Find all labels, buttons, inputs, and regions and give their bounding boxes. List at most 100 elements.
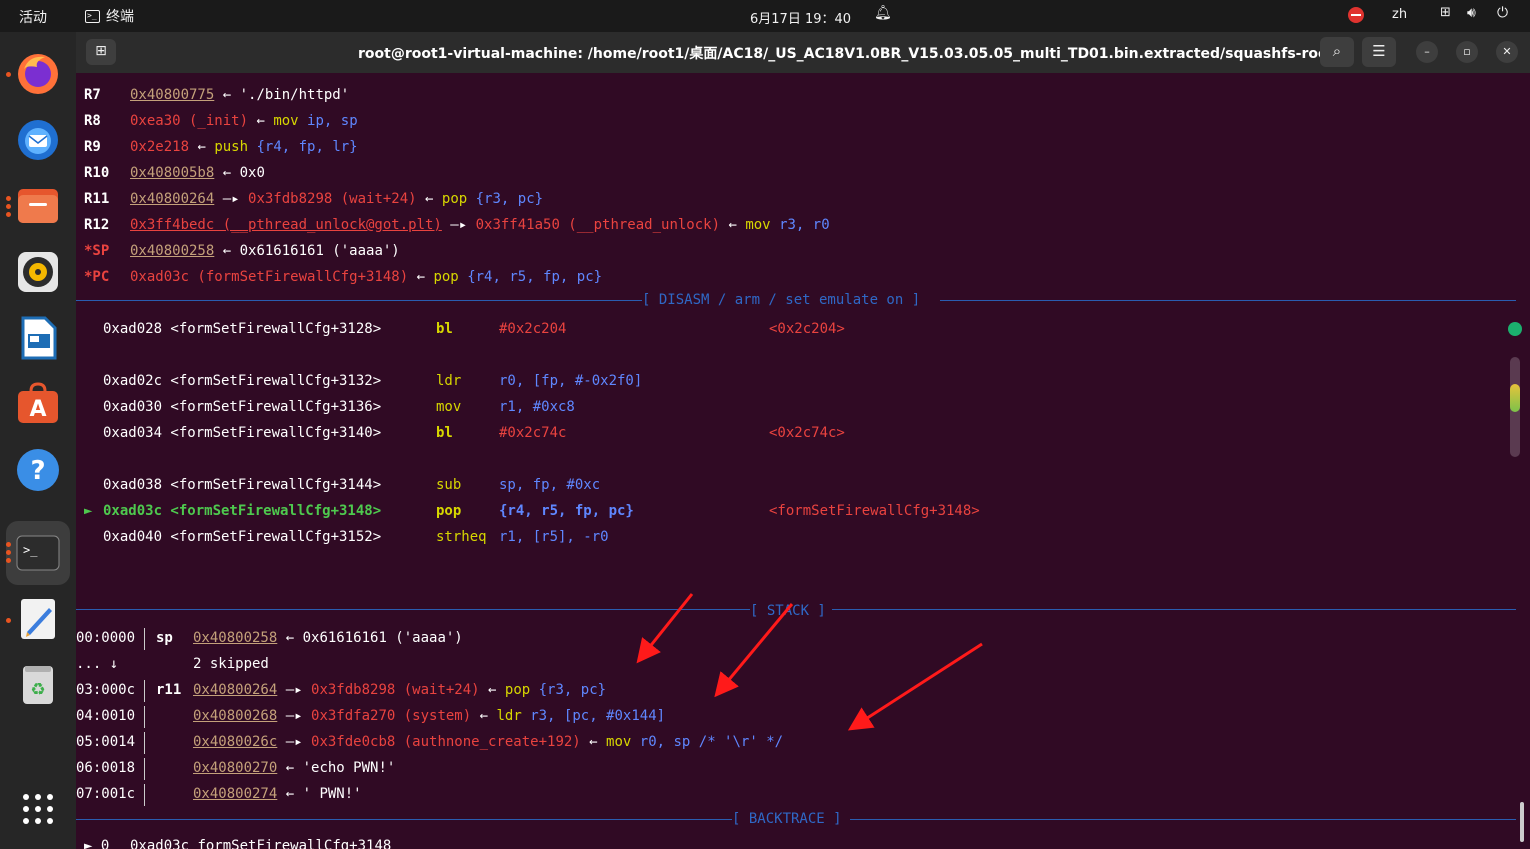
pointer-arrow: ←	[248, 113, 274, 129]
backtrace-row: ► 0 0xad03c formSetFirewallCfg+3148	[84, 833, 391, 849]
do-not-disturb-icon[interactable]	[1348, 7, 1364, 23]
terminal-scrollbar[interactable]	[1520, 802, 1524, 842]
clock[interactable]: 6月17日 19：40	[750, 8, 851, 27]
stack-address: 0x40800270	[193, 760, 278, 776]
writer-icon[interactable]	[14, 314, 62, 362]
pointer-arrow: ←	[277, 630, 303, 646]
disasm-line-current: ► 0xad03c <formSetFirewallCfg+3148> pop {r…	[84, 498, 980, 524]
register-name: R11	[84, 191, 110, 207]
separator-line	[76, 300, 642, 301]
separator-line	[850, 819, 1516, 820]
instruction-args: r1, #0xc8	[499, 399, 575, 415]
disasm-address: 0xad030 <formSetFirewallCfg+3136>	[103, 399, 382, 415]
backtrace-header: [ BACKTRACE ]	[732, 810, 842, 828]
search-button[interactable]: ⌕	[1320, 37, 1354, 67]
disasm-address: 0xad02c <formSetFirewallCfg+3132>	[103, 373, 382, 389]
register-name: R9	[84, 139, 101, 155]
running-indicator	[6, 212, 11, 217]
stack-row: ... ↓ 2 skipped	[76, 651, 269, 677]
network-icon[interactable]: ⊞	[1440, 5, 1451, 20]
stack-address: 0x40800274	[193, 786, 278, 802]
backtrace-function: formSetFirewallCfg+3148	[197, 838, 392, 849]
instruction-args: {r4, r5, fp, pc}	[467, 269, 603, 285]
stack-column-divider	[144, 680, 145, 702]
disasm-line: 0xad028 <formSetFirewallCfg+3128> bl #0x2c…	[84, 316, 845, 342]
register-line: R12 0x3ff4bedc (__pthread_unlock@got.plt)…	[84, 212, 830, 238]
firefox-icon[interactable]	[14, 50, 62, 98]
menu-button[interactable]: ☰	[1362, 37, 1396, 67]
instruction-args: r0, sp /* '\r' */	[639, 734, 784, 750]
stack-header: [ STACK ]	[750, 602, 826, 620]
stack-row: 04:0010 0x40800268 —▸ 0x3fdfa270 (system)…	[76, 703, 665, 729]
new-tab-button[interactable]: ⊞	[86, 39, 116, 65]
close-button[interactable]: ✕	[1496, 41, 1518, 63]
trash-icon[interactable]: ♻	[14, 661, 62, 709]
terminal-icon[interactable]: >_	[14, 529, 62, 577]
running-indicator	[6, 550, 11, 555]
instruction-args: {r3, pc}	[538, 682, 607, 698]
stack-column-divider	[144, 628, 145, 650]
separator-line	[832, 609, 1516, 610]
window-title: root@root1-virtual-machine: /home/root1/…	[358, 46, 1335, 62]
current-instruction-marker	[84, 316, 103, 342]
pointer-arrow: —▸	[441, 217, 476, 233]
activities-button[interactable]: 活动	[19, 7, 47, 27]
instruction-args: {r4, r5, fp, pc}	[499, 503, 634, 519]
scroll-thumb[interactable]	[1510, 384, 1520, 412]
software-center-icon[interactable]: A	[14, 380, 62, 428]
stack-row: 06:0018 0x40800270 ← 'echo PWN!'	[76, 755, 395, 781]
pointer-arrow: ←	[720, 217, 746, 233]
instruction-op: sub	[436, 477, 462, 493]
register-line: *PC 0xad03c (formSetFirewallCfg+3148) ← p…	[84, 264, 602, 290]
disasm-address: 0xad028 <formSetFirewallCfg+3128>	[103, 321, 382, 337]
svg-text:?: ?	[30, 456, 45, 486]
register-line: R8 0xea30 (_init) ← mov ip, sp	[84, 108, 358, 134]
instruction-args: r0, [fp, #-0x2f0]	[499, 373, 643, 389]
instruction-args: r3, r0	[779, 217, 830, 233]
pointer-arrow: ←	[214, 87, 240, 103]
terminal-app-icon: >_	[85, 9, 100, 23]
title-bar[interactable]: ⊞ root@root1-virtual-machine: /home/root…	[76, 32, 1530, 73]
stack-row: 03:000c r11 0x40800264 —▸ 0x3fdb8298 (wait…	[76, 677, 606, 703]
pointer-arrow: ←	[214, 243, 240, 259]
instruction-args: {r4, fp, lr}	[256, 139, 358, 155]
register-value: 0x40800258	[130, 243, 215, 259]
input-language[interactable]: zh	[1392, 7, 1407, 22]
app-name: 终端	[106, 9, 134, 25]
terminal-output[interactable]: R7 0x40800775 ← './bin/httpd' R8 0xea30 (_i…	[76, 73, 1530, 849]
stack-value: ' PWN!'	[302, 786, 362, 802]
stack-value: 'echo PWN!'	[302, 760, 396, 776]
help-icon[interactable]: ?	[14, 446, 62, 494]
stack-address: 0x40800268	[193, 708, 278, 724]
maximize-button[interactable]: ▫	[1456, 41, 1478, 63]
register-name: R12	[84, 217, 110, 233]
disasm-address: 0xad034 <formSetFirewallCfg+3140>	[103, 425, 382, 441]
bell-icon[interactable]: 🔔︎	[874, 5, 892, 21]
minimize-button[interactable]: –	[1416, 41, 1438, 63]
register-value: 0x40800775	[130, 87, 215, 103]
files-icon[interactable]	[14, 182, 62, 230]
status-dot	[1508, 322, 1522, 336]
current-instruction-marker	[84, 472, 103, 498]
stack-address: 0x40800264	[193, 682, 278, 698]
text-editor-icon[interactable]	[14, 595, 62, 643]
volume-icon[interactable]: 🔊︎	[1467, 5, 1476, 21]
separator-line	[940, 300, 1516, 301]
register-name: R7	[84, 87, 101, 103]
pointer-arrow: —▸	[214, 191, 249, 207]
disasm-comment: <0x2c74c>	[769, 425, 845, 441]
app-menu[interactable]: >_ 终端	[85, 6, 134, 26]
show-apps-icon[interactable]	[14, 785, 62, 833]
pointer-arrow: ←	[277, 760, 303, 776]
thunderbird-icon[interactable]	[14, 116, 62, 164]
pointer-arrow: ←	[471, 708, 497, 724]
rhythmbox-icon[interactable]	[14, 248, 62, 296]
instruction-op: push	[214, 139, 249, 155]
instruction-op: pop	[436, 503, 462, 519]
register-deref: './bin/httpd'	[239, 87, 350, 103]
running-indicator	[6, 618, 11, 623]
pointer-arrow: ←	[189, 139, 215, 155]
running-indicator	[6, 72, 11, 77]
power-icon[interactable]: ⏻	[1497, 5, 1508, 21]
current-instruction-marker	[84, 394, 103, 420]
